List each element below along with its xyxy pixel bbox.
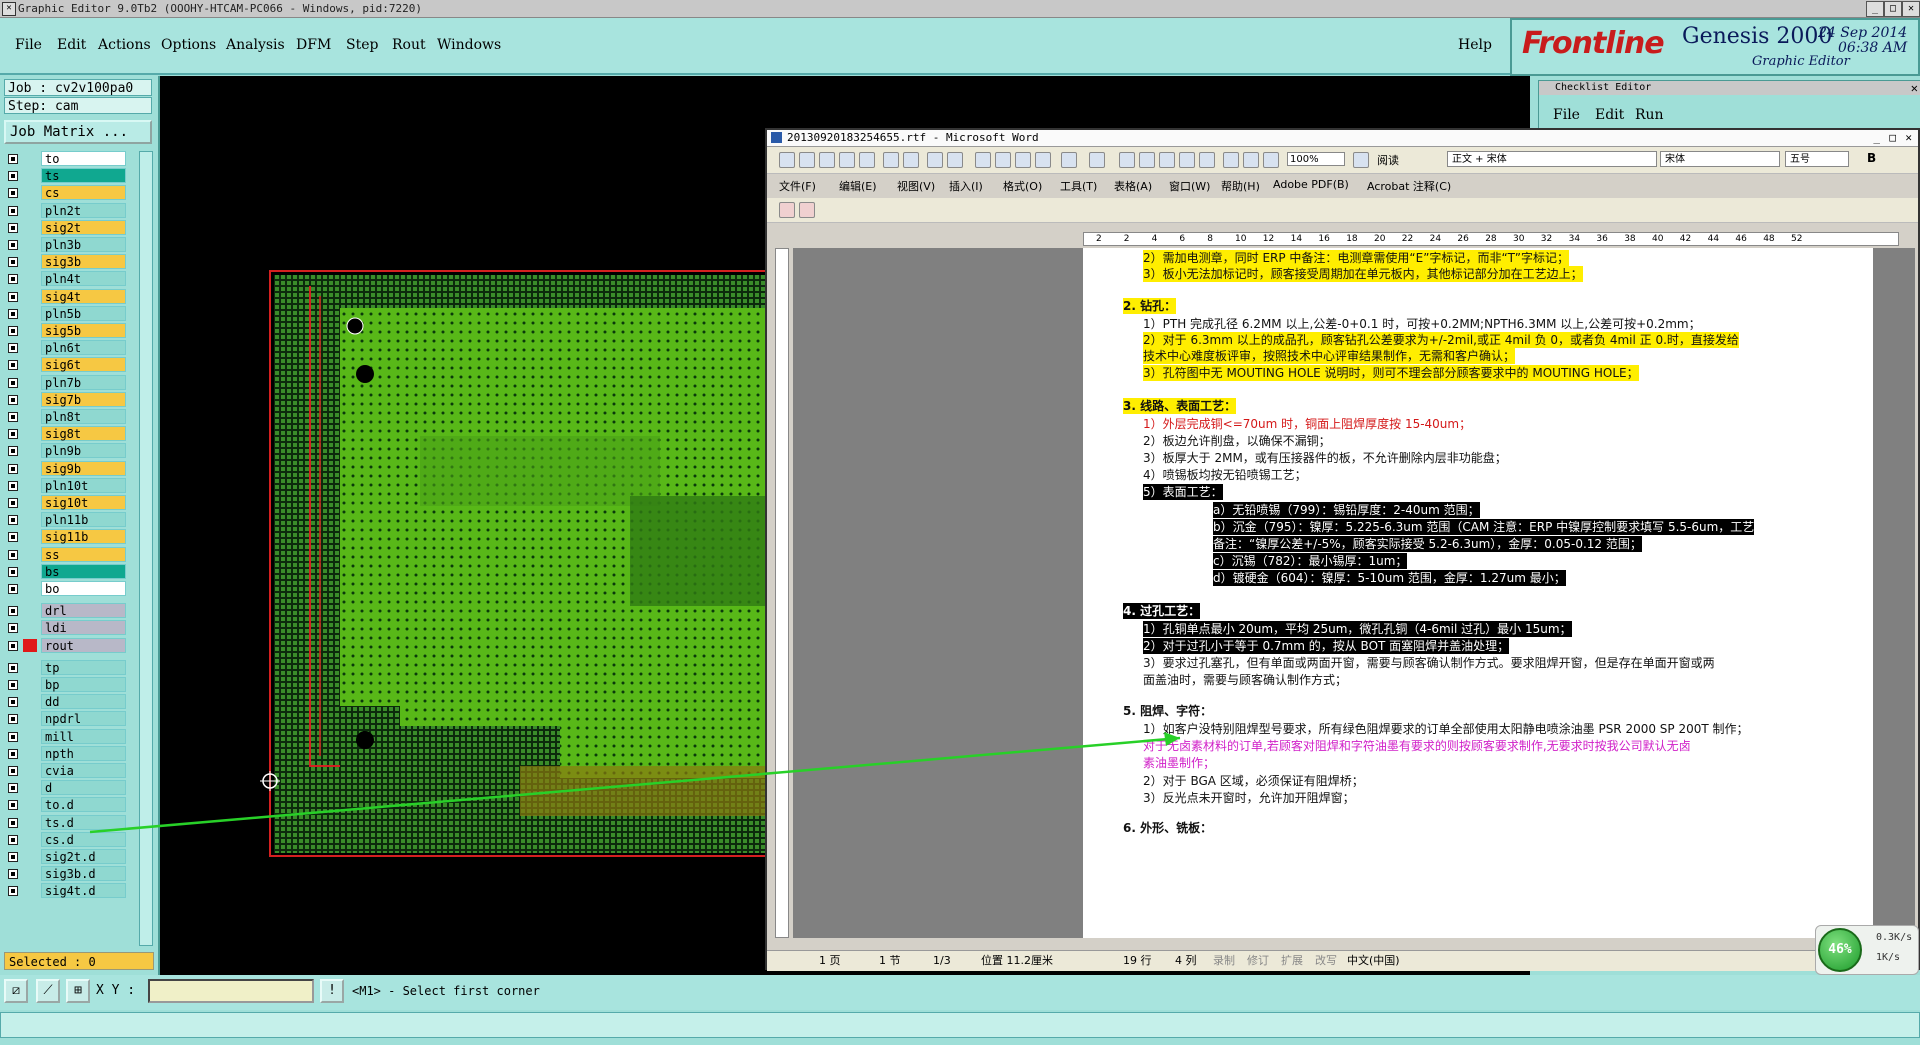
grid-button[interactable]: ⊞ — [66, 979, 90, 1003]
network-percent: 46% — [1818, 928, 1862, 972]
command-prompt: <M1> - Select first corner — [352, 984, 540, 998]
xy-label: X Y : — [96, 983, 136, 998]
zoom-box-button[interactable]: ⧄ — [4, 979, 28, 1003]
command-bar: ⧄ ⟋ ⊞ X Y : ! <M1> - Select first corner — [0, 975, 1920, 1010]
download-speed: 1K/s — [1876, 952, 1901, 963]
message-strip — [0, 1012, 1920, 1038]
annotation-arrow — [89, 732, 1181, 834]
upload-speed: 0.3K/s — [1876, 932, 1913, 943]
network-speed-widget[interactable]: 46% 0.3K/s 1K/s — [1815, 925, 1919, 975]
xy-input[interactable] — [148, 979, 314, 1003]
zoom-line-button[interactable]: ⟋ — [36, 979, 60, 1003]
info-button[interactable]: ! — [320, 979, 344, 1003]
